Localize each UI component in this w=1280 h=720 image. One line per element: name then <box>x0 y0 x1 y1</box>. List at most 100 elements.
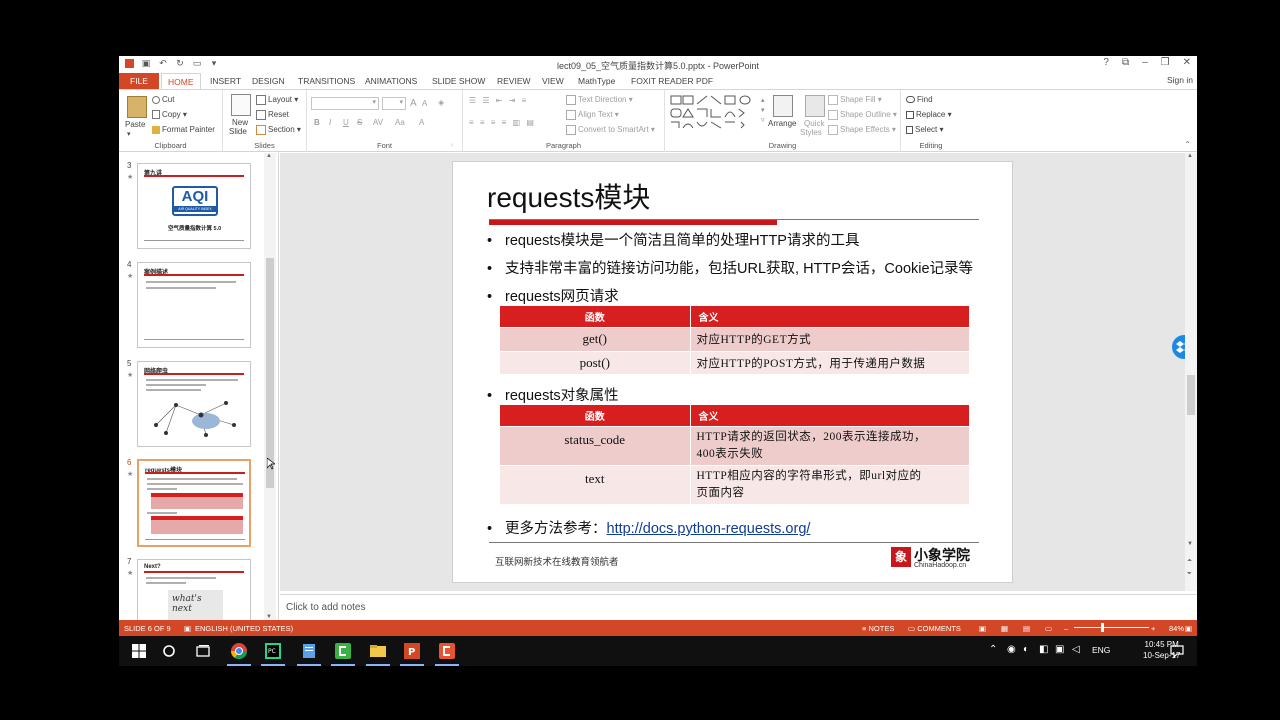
shrink-font-button[interactable]: A <box>422 99 427 108</box>
docs-link[interactable]: http://docs.python-requests.org/ <box>607 521 811 537</box>
tray-app-icon[interactable]: ◉ <box>1007 644 1016 655</box>
change-case-button[interactable]: Aa <box>395 118 405 127</box>
bullet-item[interactable]: • 更多方法参考：http://docs.python-requests.org/ <box>487 517 810 538</box>
slide-sorter-icon[interactable]: ▦ <box>1001 624 1008 633</box>
tab-file[interactable]: FILE <box>119 73 159 89</box>
convert-to-smartart-button[interactable]: Convert to SmartArt ▾ <box>566 125 655 135</box>
align-text-button[interactable]: Align Text ▾ <box>566 110 619 120</box>
underline-button[interactable]: U <box>343 118 349 127</box>
tray-app-icon[interactable]: ◧ <box>1039 644 1048 655</box>
proofing-icon[interactable]: ▣ <box>184 624 191 633</box>
tab-slide-show[interactable]: SLIDE SHOW <box>426 73 491 89</box>
thumbnail-scrollbar[interactable]: ▲ ▼ <box>264 153 276 620</box>
paste-button[interactable]: Paste <box>125 120 145 129</box>
tab-design[interactable]: DESIGN <box>246 73 291 89</box>
slide-canvas[interactable]: requests模块 • requests模块是一个简洁且简单的处理HTTP请求的… <box>452 161 1013 583</box>
slide-title[interactable]: requests模块 <box>487 176 650 216</box>
find-button[interactable]: Find <box>906 95 933 104</box>
font-color-icon[interactable]: A <box>419 118 424 127</box>
layout-button[interactable]: Layout ▾ <box>256 95 298 105</box>
collapse-ribbon-icon[interactable]: ⌃ <box>1184 140 1191 149</box>
task-view-icon[interactable] <box>193 641 213 661</box>
tab-transitions[interactable]: TRANSITIONS <box>292 73 361 89</box>
new-slide-button-line2[interactable]: Slide <box>229 127 247 136</box>
file-explorer-icon[interactable] <box>368 641 388 661</box>
close-button[interactable]: ✕ <box>1183 57 1191 68</box>
slide-thumbnail-6[interactable]: requests模块 <box>137 459 251 547</box>
select-button[interactable]: Select ▾ <box>906 125 943 134</box>
notepad-icon[interactable] <box>299 641 319 661</box>
scroll-up-icon[interactable]: ▲ <box>266 153 272 159</box>
comments-button[interactable]: ▭ COMMENTS <box>908 624 961 633</box>
zoom-level[interactable]: 84% <box>1169 624 1184 633</box>
font-name-dropdown-icon[interactable]: ▾ <box>372 98 376 106</box>
language-indicator[interactable]: ENGLISH (UNITED STATES) <box>195 624 293 633</box>
tab-foxit-reader-pdf[interactable]: FOXIT READER PDF <box>625 73 719 89</box>
font-size-box[interactable]: ▾ <box>382 97 406 110</box>
action-center-icon[interactable] <box>1167 641 1187 661</box>
shapes-gallery[interactable] <box>669 94 757 134</box>
arrange-button[interactable]: Arrange <box>768 119 796 128</box>
bullet-item[interactable]: • 支持非常丰富的链接访问功能，包括URL获取, HTTP会话，Cookie记录等 <box>487 257 973 278</box>
powerpoint-icon[interactable]: P <box>402 641 422 661</box>
previous-slide-icon[interactable]: ⏶ <box>1187 558 1192 565</box>
notes-pane[interactable]: Click to add notes <box>280 594 1197 620</box>
minimize-button[interactable]: – <box>1142 57 1148 68</box>
show-hidden-icons-icon[interactable]: ⌃ <box>989 644 997 655</box>
tab-animations[interactable]: ANIMATIONS <box>359 73 423 89</box>
zoom-slider-thumb[interactable] <box>1101 623 1104 632</box>
slide-thumbnail-4[interactable]: 案例描述 <box>137 262 251 348</box>
clear-formatting-icon[interactable]: ◈ <box>438 98 444 107</box>
shape-outline-button[interactable]: Shape Outline ▾ <box>828 110 897 120</box>
slide-show-icon[interactable]: ▭ <box>1045 624 1052 633</box>
list-buttons-icon[interactable]: ☰ ☰ ⇤ ⇥ ≡ <box>469 96 528 105</box>
search-icon[interactable] <box>159 641 179 661</box>
sign-in-link[interactable]: Sign in <box>1167 75 1193 85</box>
align-buttons-icon[interactable]: ≡ ≡ ≡ ≡ ▥ ▤ <box>469 118 536 127</box>
pycharm-icon[interactable]: PC <box>263 641 283 661</box>
font-name-box[interactable]: ▾ <box>311 97 379 110</box>
notes-button[interactable]: ≡ NOTES <box>862 624 894 633</box>
section-button[interactable]: Section ▾ <box>256 125 301 135</box>
camtasia-icon[interactable] <box>333 641 353 661</box>
tab-view[interactable]: VIEW <box>536 73 570 89</box>
slide-thumbnail-5[interactable]: 网络爬虫 <box>137 361 251 447</box>
tab-mathtype[interactable]: MathType <box>572 73 621 89</box>
arrange-icon[interactable] <box>773 95 793 117</box>
slide-counter[interactable]: SLIDE 6 OF 9 <box>124 624 171 633</box>
reading-view-icon[interactable]: ▤ <box>1023 624 1030 633</box>
quick-styles-button-line2[interactable]: Styles <box>800 128 822 137</box>
reset-button[interactable]: Reset <box>256 110 289 120</box>
quick-styles-icon[interactable] <box>805 95 825 117</box>
thumbnail-scrollbar-thumb[interactable] <box>266 258 274 488</box>
replace-button[interactable]: Replace ▾ <box>906 110 952 119</box>
tray-app-icon[interactable]: ◐ <box>1023 644 1029 655</box>
help-button[interactable]: ? <box>1103 57 1109 68</box>
new-slide-button[interactable]: New <box>232 118 248 127</box>
paste-dropdown-icon[interactable]: ▾ <box>127 130 131 138</box>
requests-methods-table[interactable]: 函数 含义 get() 对应HTTP的GET方式 post() 对应HTTP的P… <box>500 306 970 374</box>
shape-effects-button[interactable]: Shape Effects ▾ <box>828 125 896 135</box>
zoom-in-button[interactable]: + <box>1151 624 1155 633</box>
shapes-gallery-scroll-icon[interactable]: ▴ ▾ ▿ <box>761 96 765 126</box>
slide-thumbnail-7[interactable]: Next? what's next <box>137 559 251 620</box>
cut-button[interactable]: Cut <box>152 95 174 104</box>
paste-icon[interactable] <box>127 96 147 118</box>
fit-slide-icon[interactable]: ▣ <box>1185 624 1192 633</box>
slide-vertical-scrollbar[interactable]: ▲ ▼ ⏶ ⏷ <box>1185 153 1197 591</box>
character-spacing-button[interactable]: AV <box>373 118 383 127</box>
zoom-slider[interactable] <box>1074 627 1149 628</box>
quick-styles-button[interactable]: Quick <box>804 119 824 128</box>
windows-start-icon[interactable] <box>129 641 149 661</box>
slide-thumbnail-3[interactable]: 第九讲 AQI AIR QUALITY INDEX 空气质量指数计算 5.0 <box>137 163 251 249</box>
chrome-icon[interactable] <box>229 641 249 661</box>
text-direction-button[interactable]: Text Direction ▾ <box>566 95 633 105</box>
zoom-out-button[interactable]: – <box>1064 624 1068 633</box>
bold-button[interactable]: B <box>314 118 320 127</box>
italic-button[interactable]: I <box>329 118 331 127</box>
tab-review[interactable]: REVIEW <box>491 73 537 89</box>
ribbon-display-button[interactable]: ⧉ <box>1122 57 1129 68</box>
new-slide-icon[interactable] <box>231 94 251 116</box>
tray-app-icon[interactable]: ▣ <box>1055 644 1064 655</box>
font-size-dropdown-icon[interactable]: ▾ <box>399 98 403 106</box>
